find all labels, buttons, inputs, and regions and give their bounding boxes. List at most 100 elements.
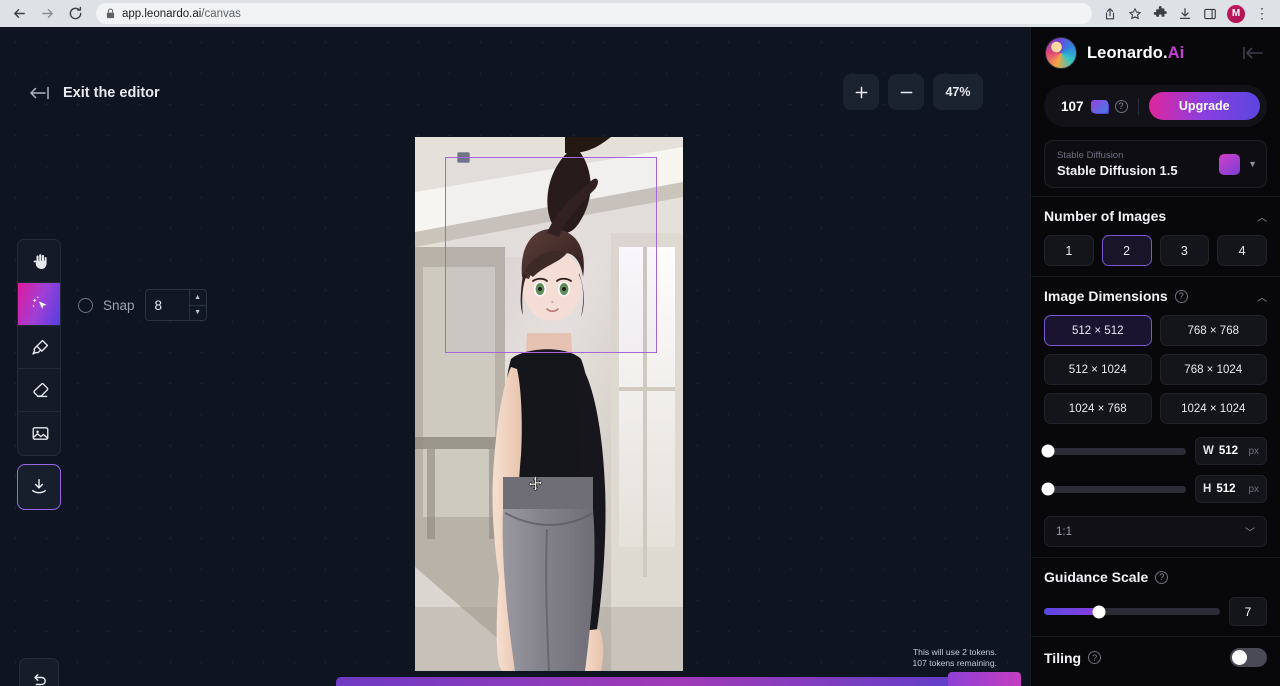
share-button[interactable] — [1098, 3, 1122, 25]
side-panel-button[interactable] — [1198, 3, 1222, 25]
select-tool[interactable] — [18, 283, 61, 326]
dimension-preset-512x512[interactable]: 512 × 512 — [1044, 315, 1152, 346]
undo-arrow-icon — [30, 670, 49, 686]
num-images-option-2[interactable]: 2 — [1102, 235, 1152, 266]
chevron-up-icon[interactable]: ︿ — [1257, 289, 1267, 304]
browser-back-button[interactable] — [6, 3, 32, 25]
section-header[interactable]: Image Dimensions ? ︿ — [1044, 288, 1267, 304]
download-icon — [1178, 7, 1192, 21]
num-images-option-3[interactable]: 3 — [1160, 235, 1210, 266]
brush-tool[interactable] — [18, 326, 61, 369]
help-icon[interactable]: ? — [1115, 100, 1128, 113]
paintbrush-icon — [31, 338, 50, 357]
token-chip-icon — [1091, 100, 1108, 113]
dimension-preset-1024x1024[interactable]: 1024 × 1024 — [1160, 393, 1268, 424]
token-bar: 107 ? Upgrade — [1044, 85, 1267, 127]
width-slider-knob[interactable] — [1042, 445, 1055, 458]
collapse-panel-button[interactable] — [1242, 46, 1266, 60]
profile-avatar[interactable]: M — [1227, 5, 1245, 23]
browser-forward-button[interactable] — [34, 3, 60, 25]
model-selector[interactable]: Stable Diffusion Stable Diffusion 1.5 ▼ — [1044, 140, 1267, 188]
tiling-toggle[interactable] — [1230, 648, 1267, 667]
bookmark-button[interactable] — [1123, 3, 1147, 25]
exit-editor-button[interactable]: Exit the editor — [28, 85, 160, 101]
dimension-preset-768x768[interactable]: 768 × 768 — [1160, 315, 1268, 346]
image-tool[interactable] — [18, 412, 61, 455]
hand-tool[interactable] — [18, 240, 61, 283]
num-images-option-1[interactable]: 1 — [1044, 235, 1094, 266]
aspect-ratio-select[interactable]: 1:1 ﹀ — [1044, 516, 1267, 547]
width-input[interactable]: W 512 px — [1195, 437, 1267, 465]
generate-bar[interactable] — [336, 677, 1021, 686]
image-icon — [31, 424, 50, 443]
snap-label: Snap — [103, 298, 135, 313]
reload-icon — [68, 6, 83, 21]
exit-editor-label: Exit the editor — [63, 85, 160, 101]
snap-increment-button[interactable]: ▲ — [190, 290, 206, 306]
downloads-button[interactable] — [1173, 3, 1197, 25]
height-slider-row: H 512 px — [1044, 475, 1267, 503]
model-texts: Stable Diffusion Stable Diffusion 1.5 — [1057, 150, 1211, 177]
help-icon[interactable]: ? — [1088, 651, 1101, 664]
tiling-toggle-knob — [1232, 650, 1247, 665]
width-unit: px — [1248, 446, 1259, 457]
puzzle-icon — [1153, 6, 1168, 21]
snap-control: Snap 8 ▲ ▼ — [78, 289, 207, 321]
height-slider-knob[interactable] — [1042, 483, 1055, 496]
app-root: Exit the editor 47% — [0, 27, 1280, 686]
snap-decrement-button[interactable]: ▼ — [190, 306, 206, 321]
browser-menu-button[interactable]: ⋮ — [1250, 3, 1274, 25]
guidance-scale-value[interactable]: 7 — [1229, 597, 1267, 626]
zoom-out-button[interactable] — [888, 74, 924, 110]
snap-value: 8 — [146, 290, 189, 320]
token-note-line1: This will use 2 tokens. — [912, 647, 997, 659]
download-tool-button[interactable] — [17, 464, 61, 510]
minus-icon — [899, 85, 914, 100]
star-icon — [1128, 7, 1142, 21]
help-icon[interactable]: ? — [1175, 290, 1188, 303]
url-host: app.leonardo.ai — [122, 8, 201, 20]
dimension-preset-1024x768[interactable]: 1024 × 768 — [1044, 393, 1152, 424]
dimension-preset-512x1024[interactable]: 512 × 1024 — [1044, 354, 1152, 385]
width-value: 512 — [1219, 445, 1238, 457]
move-cursor-icon — [527, 475, 544, 492]
brand-name-suffix: Ai — [1168, 44, 1185, 62]
num-images-option-4[interactable]: 4 — [1217, 235, 1267, 266]
height-slider[interactable] — [1044, 486, 1186, 493]
zoom-in-button[interactable] — [843, 74, 879, 110]
url-text: app.leonardo.ai/canvas — [122, 8, 241, 20]
number-of-images-options: 1 2 3 4 — [1044, 235, 1267, 266]
chevron-up-icon[interactable]: ︿ — [1257, 209, 1267, 224]
chevron-down-icon[interactable]: ﹀ — [1245, 524, 1255, 539]
undo-button[interactable] — [19, 658, 59, 686]
snap-toggle[interactable] — [78, 298, 93, 313]
canvas-area[interactable]: Exit the editor 47% — [0, 27, 1030, 686]
upgrade-button[interactable]: Upgrade — [1149, 92, 1260, 120]
chevron-down-icon[interactable]: ▼ — [1248, 159, 1257, 169]
browser-reload-button[interactable] — [62, 3, 88, 25]
dimension-preset-768x1024[interactable]: 768 × 1024 — [1160, 354, 1268, 385]
width-slider[interactable] — [1044, 448, 1186, 455]
divider — [1138, 98, 1139, 115]
image-dimensions-title: Image Dimensions — [1044, 288, 1168, 304]
guidance-scale-slider[interactable] — [1044, 608, 1220, 615]
guidance-scale-knob[interactable] — [1092, 605, 1105, 618]
extensions-button[interactable] — [1148, 3, 1172, 25]
height-input[interactable]: H 512 px — [1195, 475, 1267, 503]
address-bar[interactable]: app.leonardo.ai/canvas — [96, 3, 1092, 24]
tiling-row: Tiling ? — [1044, 648, 1267, 667]
help-icon[interactable]: ? — [1155, 571, 1168, 584]
eraser-tool[interactable] — [18, 369, 61, 412]
browser-toolbar: app.leonardo.ai/canvas — [0, 0, 1280, 27]
settings-panel: Leonardo.Ai 107 ? Upgrade Stable Diffusi… — [1030, 27, 1280, 686]
generate-button[interactable] — [948, 672, 1021, 686]
zoom-level-display[interactable]: 47% — [933, 74, 983, 110]
snap-input[interactable]: 8 ▲ ▼ — [145, 289, 207, 321]
section-header[interactable]: Number of Images ︿ — [1044, 208, 1267, 224]
collapse-panel-icon — [1242, 46, 1266, 60]
tool-rail — [17, 239, 61, 456]
guidance-scale-fill — [1044, 608, 1099, 615]
selection-rectangle[interactable] — [445, 157, 657, 353]
width-slider-row: W 512 px — [1044, 437, 1267, 465]
exit-arrow-icon — [28, 86, 50, 100]
